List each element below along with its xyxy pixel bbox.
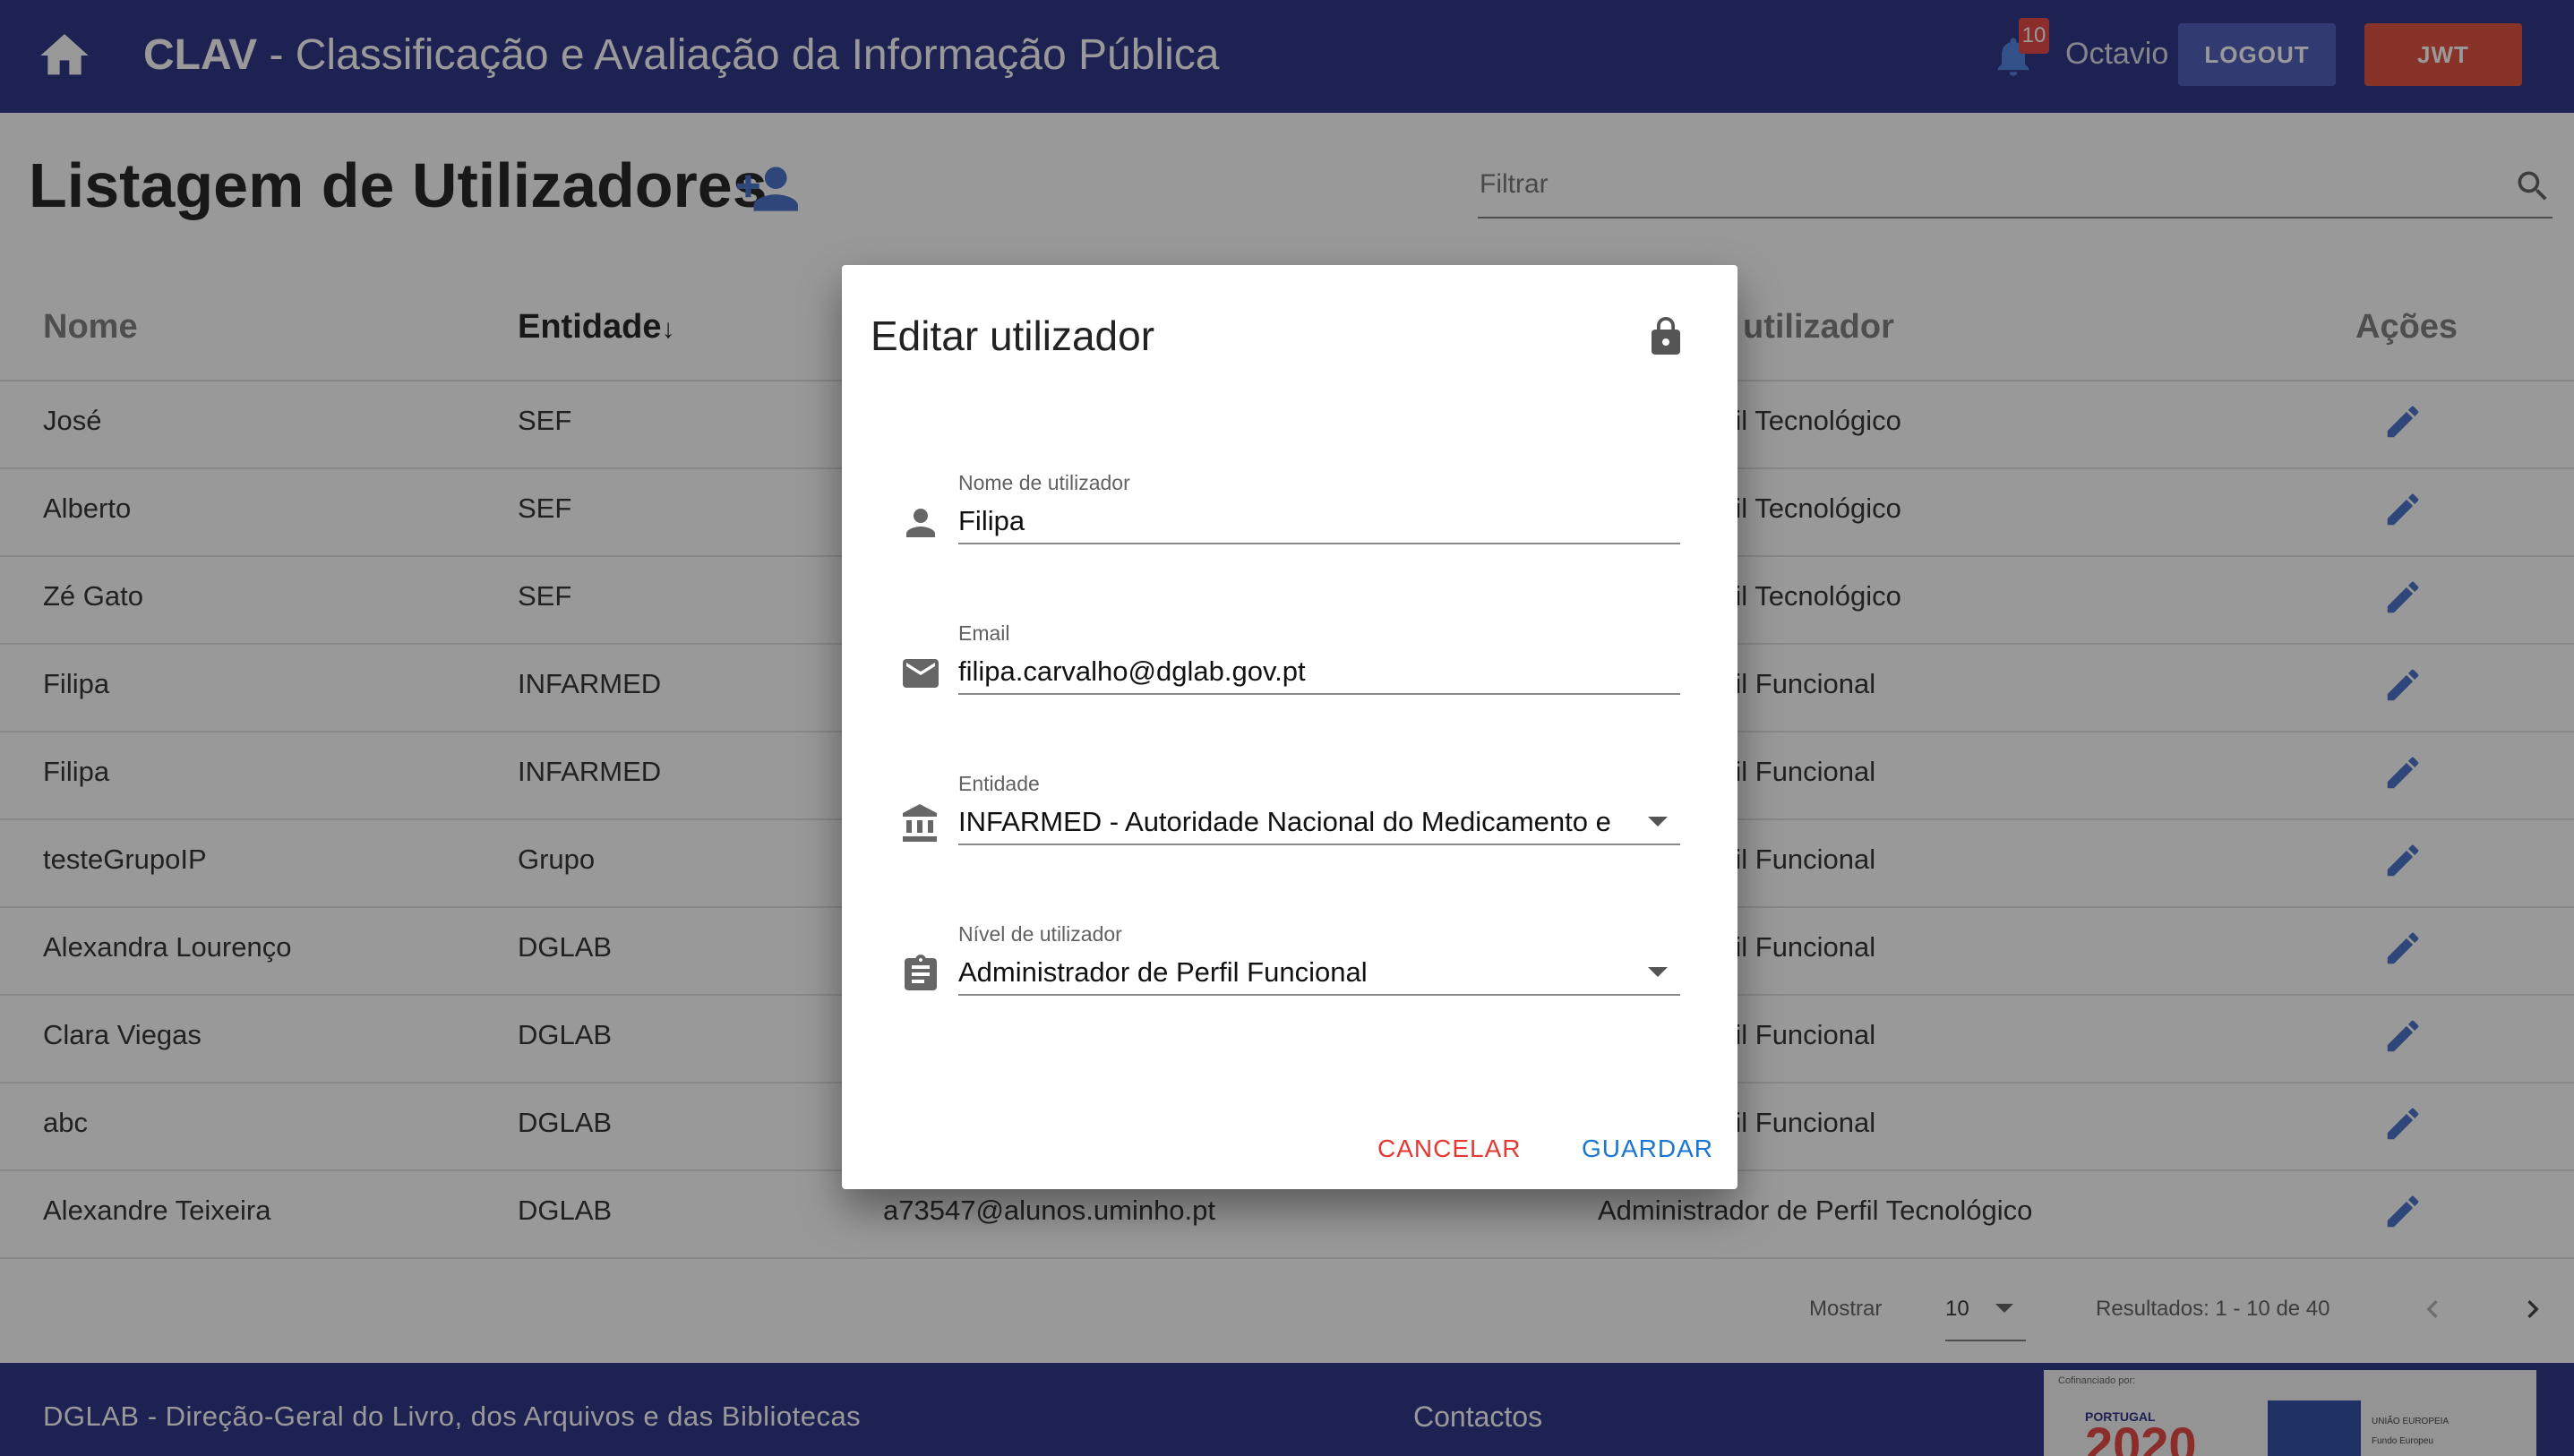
user-level-select-label: Nível de utilizador	[958, 922, 1122, 946]
username-field-label: Nome de utilizador	[958, 471, 1130, 494]
lock-icon[interactable]	[1644, 312, 1687, 362]
edit-user-dialog: Editar utilizador Nome de utilizador Fil…	[842, 265, 1737, 1189]
save-button[interactable]: GUARDAR	[1574, 1126, 1720, 1171]
email-field[interactable]: Email filipa.carvalho@dglab.gov.pt	[958, 621, 1680, 695]
cancel-button[interactable]: CANCELAR	[1370, 1126, 1528, 1171]
username-field[interactable]: Nome de utilizador Filipa	[958, 471, 1680, 544]
clipboard-icon	[899, 953, 942, 996]
user-level-select[interactable]: Nível de utilizador Administrador de Per…	[958, 922, 1680, 996]
dialog-title: Editar utilizador	[871, 313, 1155, 359]
user-level-select-value: Administrador de Perfil Funcional	[958, 956, 1368, 988]
chevron-down-icon	[1648, 817, 1668, 826]
entity-select-label: Entidade	[958, 772, 1040, 795]
entity-select-value: INFARMED - Autoridade Nacional do Medica…	[958, 806, 1611, 837]
institution-icon	[899, 802, 942, 845]
email-field-value: filipa.carvalho@dglab.gov.pt	[958, 655, 1306, 687]
person-icon	[899, 501, 942, 544]
email-icon	[899, 652, 942, 695]
entity-select[interactable]: Entidade INFARMED - Autoridade Nacional …	[958, 772, 1680, 845]
chevron-down-icon	[1648, 967, 1668, 977]
username-field-value: Filipa	[958, 505, 1025, 536]
email-field-label: Email	[958, 621, 1010, 645]
